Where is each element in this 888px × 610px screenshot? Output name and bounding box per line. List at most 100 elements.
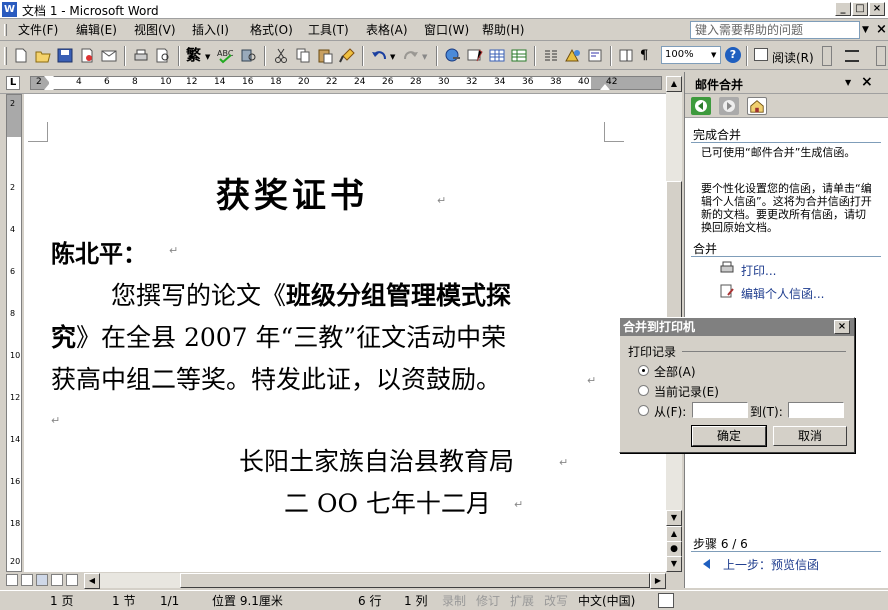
- menu-edit[interactable]: 编辑(E): [76, 22, 117, 38]
- show-formatting-icon[interactable]: [618, 47, 636, 64]
- hyperlink-icon[interactable]: [444, 47, 462, 64]
- minimize-button[interactable]: _: [835, 2, 851, 16]
- home-icon[interactable]: [747, 97, 767, 115]
- toolbar-options-icon[interactable]: [822, 46, 832, 66]
- previous-step-link[interactable]: 上一步：预览信函: [723, 556, 819, 573]
- status-extend[interactable]: 扩展: [510, 594, 534, 608]
- paste-icon[interactable]: [316, 47, 334, 64]
- menu-help[interactable]: 帮助(H): [482, 22, 524, 38]
- toolbar-overflow-icon[interactable]: [876, 46, 886, 66]
- scroll-up-button[interactable]: ▲: [666, 76, 682, 92]
- menu-view[interactable]: 视图(V): [134, 22, 176, 38]
- menu-format[interactable]: 格式(O): [250, 22, 293, 38]
- redo-icon[interactable]: [402, 47, 420, 64]
- previous-step-arrow-icon[interactable]: [703, 559, 710, 569]
- body-line-3[interactable]: 获高中组二等奖。特发此证，以资鼓励。: [51, 360, 501, 396]
- drawing-icon[interactable]: [564, 47, 582, 64]
- reading-layout-view-button[interactable]: [66, 574, 78, 586]
- close-document-icon[interactable]: ×: [876, 22, 887, 37]
- back-arrow-icon[interactable]: [691, 97, 711, 115]
- new-document-icon[interactable]: [12, 47, 30, 64]
- print-layout-view-button[interactable]: [36, 574, 48, 586]
- format-painter-icon[interactable]: [338, 47, 356, 64]
- date-line[interactable]: 二 OO 七年十二月: [284, 484, 491, 520]
- permission-icon[interactable]: [78, 47, 96, 64]
- menubar-grip[interactable]: [4, 24, 7, 36]
- read-mode-button[interactable]: 阅读(R): [772, 49, 814, 66]
- spelling-status-icon[interactable]: [658, 593, 674, 608]
- read-book-icon[interactable]: [754, 48, 768, 61]
- status-track-changes[interactable]: 修订: [476, 594, 500, 608]
- radio-range[interactable]: [638, 405, 649, 416]
- document-page[interactable]: 获奖证书 ↵ 陈北平： ↵ 您撰写的论文《班级分组管理模式探 究》在全县 200…: [24, 94, 666, 572]
- print-icon[interactable]: [132, 47, 150, 64]
- maximize-button[interactable]: □: [852, 2, 868, 16]
- body-line-2[interactable]: 究》在全县 2007 年“三教”征文活动中荣: [51, 318, 506, 354]
- body-line-1[interactable]: 您撰写的论文《班级分组管理模式探: [111, 276, 511, 312]
- task-pane-menu-icon[interactable]: ▼: [845, 78, 851, 87]
- certificate-title[interactable]: 获奖证书: [216, 168, 368, 217]
- horizontal-scroll-thumb[interactable]: [180, 573, 650, 588]
- forward-arrow-icon[interactable]: [719, 97, 739, 115]
- help-search-input[interactable]: 键入需要帮助的问题: [690, 21, 860, 39]
- right-indent-marker[interactable]: [600, 84, 610, 90]
- ok-button[interactable]: 确定: [691, 425, 767, 447]
- scroll-right-button[interactable]: ▶: [650, 573, 666, 589]
- menu-table[interactable]: 表格(A): [366, 22, 408, 38]
- toolbar-grip[interactable]: [4, 47, 7, 65]
- previous-page-button[interactable]: ▲: [666, 526, 682, 542]
- word-app-icon[interactable]: W: [2, 2, 17, 17]
- paragraph-mark-icon[interactable]: ¶: [640, 47, 658, 64]
- traditional-dropdown-icon[interactable]: ▼: [205, 53, 210, 61]
- insert-excel-icon[interactable]: [510, 47, 528, 64]
- traditional-chinese-icon[interactable]: 繁: [186, 47, 204, 64]
- status-overtype[interactable]: 改写: [544, 594, 568, 608]
- undo-icon[interactable]: [370, 47, 388, 64]
- tables-borders-icon[interactable]: [466, 47, 484, 64]
- email-icon[interactable]: [100, 47, 118, 64]
- task-pane-close-icon[interactable]: ×: [861, 74, 873, 90]
- align-icon[interactable]: [845, 50, 859, 62]
- left-indent-marker[interactable]: [44, 84, 54, 90]
- close-window-button[interactable]: ×: [869, 2, 885, 16]
- ruler-strip[interactable]: [30, 76, 662, 90]
- cancel-button[interactable]: 取消: [773, 426, 847, 446]
- spelling-icon[interactable]: ABC: [216, 47, 234, 64]
- radio-all-records[interactable]: [638, 365, 649, 376]
- scroll-left-button[interactable]: ◀: [84, 573, 100, 589]
- to-record-input[interactable]: [788, 402, 844, 418]
- scroll-down-button[interactable]: ▼: [666, 510, 682, 526]
- tab-stop-selector[interactable]: L: [6, 76, 20, 90]
- edit-individual-letters-link[interactable]: 编辑个人信函...: [741, 285, 824, 302]
- columns-icon[interactable]: [542, 47, 560, 64]
- radio-current-record[interactable]: [638, 385, 649, 396]
- print-merge-icon[interactable]: [719, 260, 735, 276]
- zoom-dropdown-icon[interactable]: ▼: [711, 51, 716, 59]
- dialog-close-button[interactable]: ×: [834, 320, 850, 334]
- horizontal-ruler[interactable]: L 2 4 6 8 10 12 14 16 18 20 22 24 26 28 …: [0, 72, 682, 94]
- issuer-line[interactable]: 长阳土家族自治县教育局: [239, 442, 514, 478]
- menu-tools[interactable]: 工具(T): [308, 22, 349, 38]
- print-preview-icon[interactable]: [154, 47, 172, 64]
- browse-object-button[interactable]: ●: [666, 541, 682, 557]
- radio-from-label[interactable]: 从(F):: [654, 403, 686, 420]
- undo-dropdown-icon[interactable]: ▼: [390, 53, 395, 61]
- from-record-input[interactable]: [692, 402, 748, 418]
- web-layout-view-button[interactable]: [21, 574, 33, 586]
- research-icon[interactable]: [240, 47, 258, 64]
- document-map-icon[interactable]: [586, 47, 604, 64]
- help-icon[interactable]: ?: [725, 47, 741, 63]
- recipient-name[interactable]: 陈北平：: [51, 234, 147, 269]
- menu-insert[interactable]: 插入(I): [192, 22, 229, 38]
- next-page-button[interactable]: ▼: [666, 556, 682, 572]
- outline-view-button[interactable]: [51, 574, 63, 586]
- normal-view-button[interactable]: [6, 574, 18, 586]
- edit-letters-icon[interactable]: [719, 283, 735, 299]
- menu-window[interactable]: 窗口(W): [424, 22, 469, 38]
- redo-dropdown-icon[interactable]: ▼: [422, 53, 427, 61]
- status-record-macro[interactable]: 录制: [442, 594, 466, 608]
- save-icon[interactable]: [56, 47, 74, 64]
- vertical-ruler[interactable]: 2 2 4 6 8 10 12 14 16 18 20: [6, 94, 22, 572]
- menu-file[interactable]: 文件(F): [18, 22, 58, 38]
- radio-current-label[interactable]: 当前记录(E): [654, 383, 719, 400]
